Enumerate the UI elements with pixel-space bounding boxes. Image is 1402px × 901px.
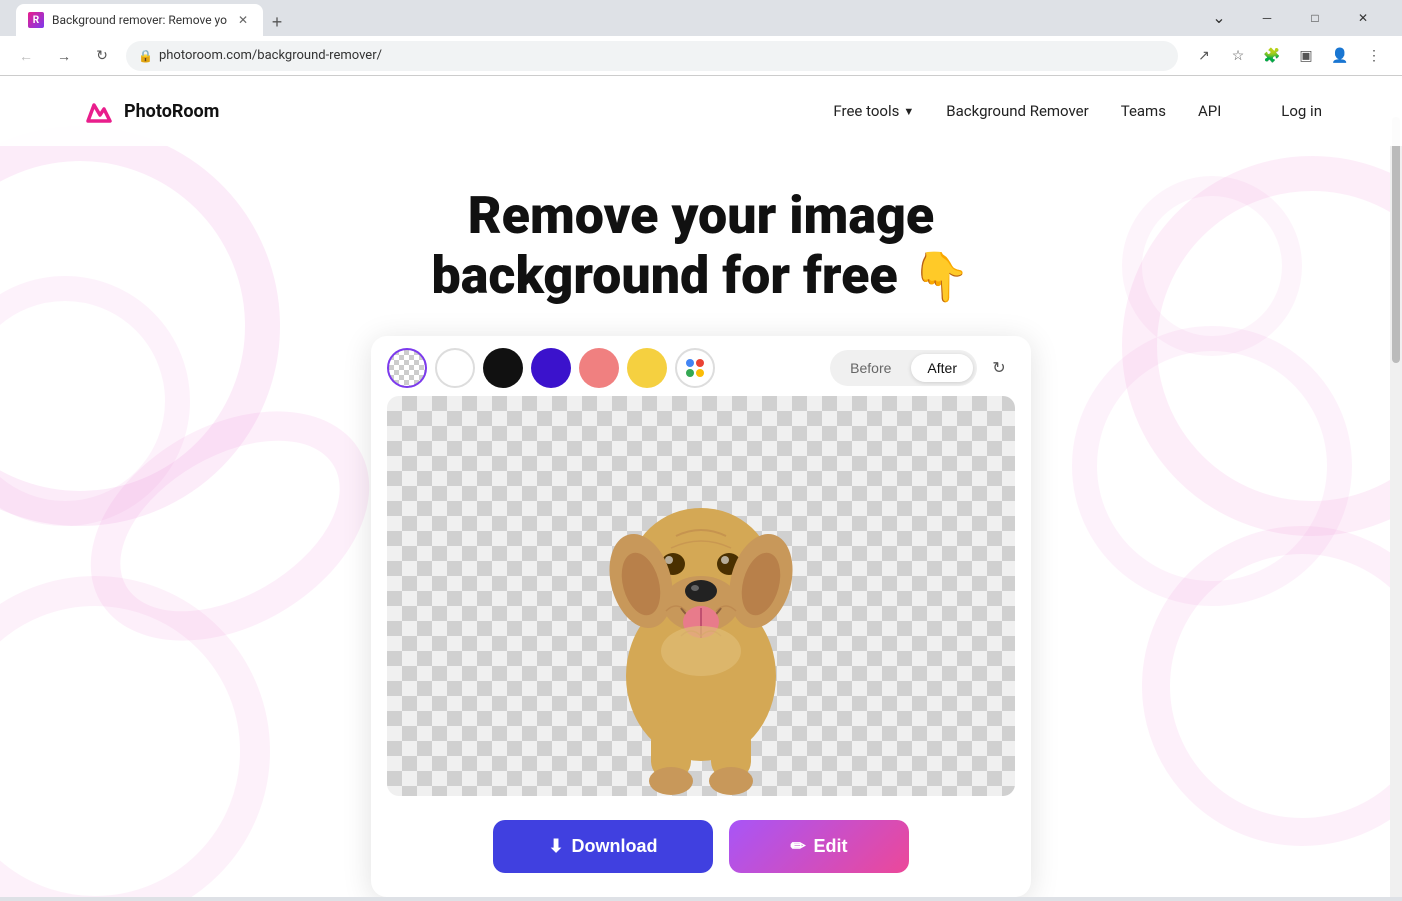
image-display-area: [387, 396, 1015, 796]
nav-background-remover[interactable]: Background Remover: [946, 102, 1088, 120]
refresh-preview-button[interactable]: ↻: [983, 352, 1015, 384]
download-icon: ⬇: [548, 836, 563, 857]
after-button[interactable]: After: [911, 354, 973, 382]
new-tab-button[interactable]: +: [263, 8, 291, 36]
swatch-pink[interactable]: [579, 348, 619, 388]
swatch-yellow[interactable]: [627, 348, 667, 388]
hero-title-line2: background for free: [432, 245, 898, 306]
profile-button[interactable]: 👤: [1324, 40, 1356, 72]
forward-button[interactable]: →: [50, 42, 78, 70]
share-button[interactable]: ↗: [1188, 40, 1220, 72]
logo-text: PhotoRoom: [124, 101, 219, 122]
address-bar: ← → ↻ 🔒 photoroom.com/background-remover…: [0, 36, 1402, 76]
close-button[interactable]: ✕: [1340, 3, 1386, 33]
swatch-white[interactable]: [435, 348, 475, 388]
maximize-button[interactable]: □: [1292, 3, 1338, 33]
swatch-purple[interactable]: [531, 348, 571, 388]
nav-free-tools[interactable]: Free tools ▼: [833, 102, 914, 120]
swatch-more-colors[interactable]: [675, 348, 715, 388]
nav-teams-label: Teams: [1121, 102, 1166, 120]
window-controls: ⌄ ─ □ ✕: [1196, 3, 1386, 33]
navbar: PhotoRoom Free tools ▼ Background Remove…: [0, 76, 1402, 146]
lock-icon: 🔒: [138, 49, 153, 63]
browser-window: R Background remover: Remove yo ✕ + ⌄ ─ …: [0, 0, 1402, 901]
nav-api[interactable]: API: [1198, 102, 1221, 120]
nav-free-tools-label: Free tools: [833, 102, 899, 120]
login-button[interactable]: Log in: [1281, 102, 1322, 120]
before-after-toggle: Before After: [830, 350, 977, 386]
back-button[interactable]: ←: [12, 42, 40, 70]
swatch-black[interactable]: [483, 348, 523, 388]
color-swatches: [387, 348, 830, 388]
page-content: PhotoRoom Free tools ▼ Background Remove…: [0, 76, 1402, 897]
nav-teams[interactable]: Teams: [1121, 102, 1166, 120]
google-colors-icon: [684, 357, 706, 379]
sidebar-toggle-button[interactable]: ▣: [1290, 40, 1322, 72]
hero-title: Remove your image background for free 👇: [351, 186, 1051, 306]
logo-icon: [80, 93, 116, 129]
download-label: Download: [572, 836, 658, 857]
tab-close-button[interactable]: ✕: [235, 12, 251, 28]
hero-section: Remove your image background for free 👇: [0, 146, 1402, 897]
logo-area[interactable]: PhotoRoom: [80, 93, 219, 129]
minimize-button[interactable]: ─: [1244, 3, 1290, 33]
menu-button[interactable]: ⋮: [1358, 40, 1390, 72]
hand-pointing-emoji: 👇: [911, 249, 971, 304]
tab-favicon: R: [28, 12, 44, 28]
refresh-nav-button[interactable]: ↻: [88, 42, 116, 70]
tab-title: Background remover: Remove yo: [52, 13, 227, 27]
nav-background-remover-label: Background Remover: [946, 102, 1088, 120]
browser-tab[interactable]: R Background remover: Remove yo ✕: [16, 4, 263, 36]
edit-button[interactable]: ✏ Edit: [729, 820, 909, 873]
extensions-button[interactable]: 🧩: [1256, 40, 1288, 72]
dog-image: [561, 436, 841, 796]
address-actions: ↗ ☆ 🧩 ▣ 👤 ⋮: [1188, 40, 1390, 72]
bookmark-button[interactable]: ☆: [1222, 40, 1254, 72]
url-box[interactable]: 🔒 photoroom.com/background-remover/: [126, 41, 1178, 71]
download-button[interactable]: ⬇ Download: [493, 820, 713, 873]
edit-label: Edit: [814, 836, 848, 857]
before-button[interactable]: Before: [834, 354, 907, 382]
title-bar: R Background remover: Remove yo ✕ + ⌄ ─ …: [0, 0, 1402, 36]
edit-icon: ✏: [790, 836, 805, 857]
action-buttons: ⬇ Download ✏ Edit: [371, 796, 1031, 897]
hero-title-line1: Remove your image: [468, 185, 934, 246]
preview-card: Before After ↻: [371, 336, 1031, 897]
nav-api-label: API: [1198, 102, 1221, 120]
dropdown-arrow-icon: ▼: [903, 105, 914, 118]
chevron-down-button[interactable]: ⌄: [1196, 3, 1242, 33]
url-text: photoroom.com/background-remover/: [159, 48, 382, 63]
nav-links: Free tools ▼ Background Remover Teams AP…: [833, 102, 1221, 120]
swatch-transparent[interactable]: [387, 348, 427, 388]
